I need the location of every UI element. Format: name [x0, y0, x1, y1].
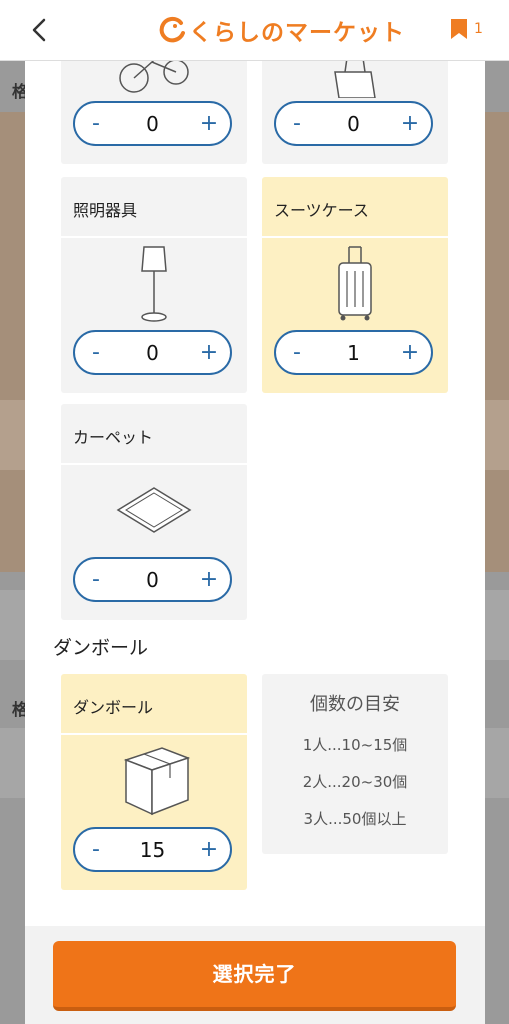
bag-icon — [334, 60, 376, 98]
decrement-button[interactable]: - — [282, 338, 312, 368]
item-title: ダンボール — [73, 698, 154, 717]
guide-line: 1人...10~15個 — [302, 736, 408, 754]
item-card-suitcase: スーツケース - 1 + — [262, 177, 448, 393]
item-title: スーツケース — [274, 201, 369, 220]
quantity-value: 0 — [146, 341, 159, 365]
app-header: くらしのマーケット 1 — [0, 0, 509, 61]
quantity-stepper: - 0 + — [274, 101, 433, 146]
quantity-value: 0 — [146, 568, 159, 592]
increment-button[interactable]: + — [194, 835, 224, 865]
decrement-button[interactable]: - — [282, 109, 312, 139]
cardboard-box-icon — [123, 747, 191, 816]
lamp-icon — [141, 246, 167, 322]
quantity-stepper: - 0 + — [73, 330, 232, 375]
bookmark-icon — [451, 19, 467, 39]
decrement-button[interactable]: - — [81, 835, 111, 865]
bicycle-icon — [119, 60, 189, 93]
confirm-selection-button[interactable]: 選択完了 — [53, 941, 456, 1011]
bookmark-button[interactable]: 1 — [450, 18, 483, 40]
quantity-value: 0 — [347, 112, 360, 136]
quantity-value: 0 — [146, 112, 159, 136]
increment-button[interactable]: + — [395, 338, 425, 368]
item-card-cardboard: ダンボール - 15 + — [61, 674, 247, 890]
increment-button[interactable]: + — [194, 338, 224, 368]
carpet-icon — [116, 487, 192, 533]
quantity-stepper: - 1 + — [274, 330, 433, 375]
decrement-button[interactable]: - — [81, 338, 111, 368]
divider — [262, 236, 448, 238]
quantity-stepper: - 0 + — [73, 557, 232, 602]
increment-button[interactable]: + — [194, 565, 224, 595]
suitcase-icon — [338, 246, 372, 321]
logo-text: くらしのマーケット — [189, 20, 405, 46]
quantity-value: 1 — [347, 341, 360, 365]
item-card-lighting: 照明器具 - 0 + — [61, 177, 247, 393]
quantity-stepper: - 0 + — [73, 101, 232, 146]
increment-button[interactable]: + — [194, 109, 224, 139]
logo-mark-icon — [159, 16, 185, 43]
item-card-carpet: カーペット - 0 + — [61, 404, 247, 620]
quantity-stepper: - 15 + — [73, 827, 232, 872]
guide-line: 3人...50個以上 — [303, 810, 407, 828]
back-arrow-icon[interactable] — [26, 16, 54, 44]
quantity-guide: 個数の目安 1人...10~15個 2人...20~30個 3人...50個以上 — [262, 674, 448, 854]
item-card-bag: - 0 + — [262, 60, 448, 164]
item-title: カーペット — [73, 428, 154, 447]
logo[interactable]: くらしのマーケット — [157, 12, 405, 48]
divider — [61, 236, 247, 238]
decrement-button[interactable]: - — [81, 109, 111, 139]
section-title-cardboard: ダンボール — [53, 637, 149, 659]
item-title: 照明器具 — [73, 201, 138, 220]
item-select-modal: - 0 + - 0 + 照明器具 - 0 + スーツケース - 1 + カーペッ… — [25, 60, 485, 1024]
quantity-value: 15 — [139, 838, 166, 862]
guide-title: 個数の目安 — [310, 694, 400, 715]
divider — [61, 463, 247, 465]
item-card-bicycle: - 0 + — [61, 60, 247, 164]
decrement-button[interactable]: - — [81, 565, 111, 595]
divider — [61, 733, 247, 735]
bookmark-count: 1 — [474, 21, 483, 37]
guide-line: 2人...20~30個 — [302, 773, 408, 791]
increment-button[interactable]: + — [395, 109, 425, 139]
